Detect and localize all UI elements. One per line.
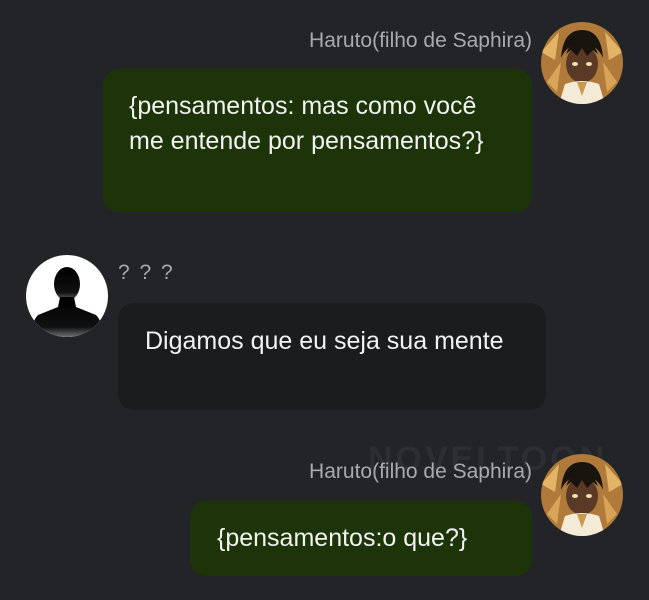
message-text: Digamos que eu seja sua mente	[145, 327, 504, 355]
sender-name: ? ? ?	[118, 261, 175, 284]
message-text: {pensamentos: mas como você me entende p…	[129, 92, 484, 155]
message-bubble[interactable]: {pensamentos: mas como você me entende p…	[103, 69, 532, 212]
anime-character-avatar-icon[interactable]	[541, 22, 623, 104]
message-bubble[interactable]: {pensamentos:o que?}	[190, 501, 532, 576]
message-text: {pensamentos:o que?}	[217, 524, 468, 552]
message-bubble[interactable]: Digamos que eu seja sua mente	[118, 303, 546, 410]
anime-character-avatar-icon[interactable]	[541, 454, 623, 536]
chat-view: NOVELTOON Haruto(filho de Saphira) {pens…	[0, 0, 649, 600]
sender-name: Haruto(filho de Saphira)	[309, 29, 532, 52]
silhouette-avatar-icon[interactable]	[26, 255, 108, 337]
sender-name: Haruto(filho de Saphira)	[309, 460, 532, 483]
